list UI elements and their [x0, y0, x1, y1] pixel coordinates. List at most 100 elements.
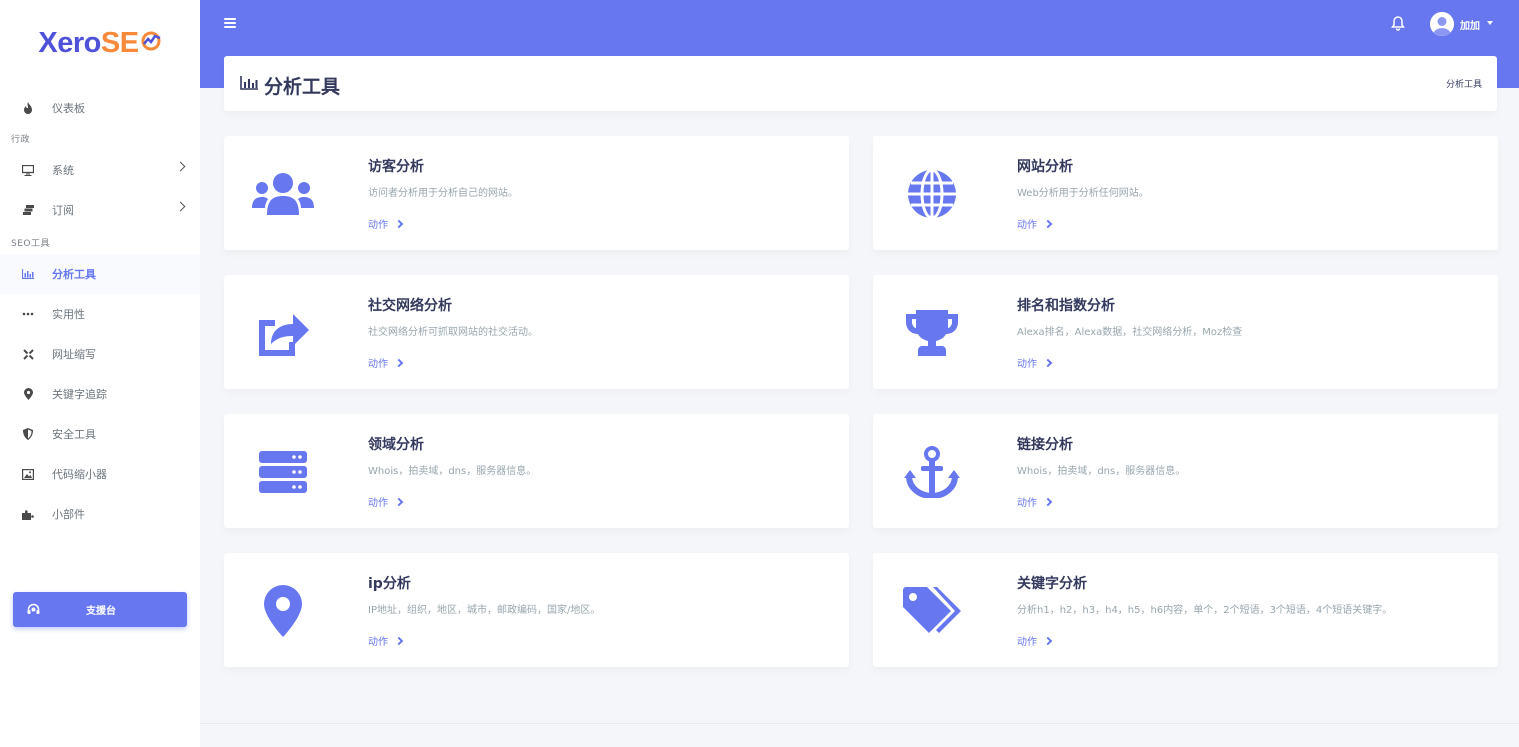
sidebar-item-label: 安全工具	[52, 428, 96, 441]
ellipsis-icon	[20, 307, 36, 321]
sidebar-item-label: 关键字追踪	[52, 388, 107, 401]
card-action-label: 动作	[368, 498, 388, 509]
tool-card-link-analysis[interactable]: 链接分析 Whois，拍卖域，dns，服务器信息。 动作	[873, 414, 1498, 528]
sidebar-item-label: 分析工具	[52, 268, 96, 281]
card-action-label: 动作	[1017, 498, 1037, 509]
card-action-label: 动作	[1017, 359, 1037, 370]
card-title: 访客分析	[368, 159, 424, 175]
card-action-label: 动作	[368, 220, 388, 231]
card-description: IP地址，组织，地区，城市，邮政编码，国家/地区。	[368, 605, 601, 616]
chevron-right-icon	[1043, 636, 1053, 645]
card-action-link[interactable]: 动作	[368, 216, 404, 231]
card-action-link[interactable]: 动作	[1017, 633, 1053, 648]
tool-card-rank-index-analysis[interactable]: 排名和指数分析 Alexa排名，Alexa数据，社交网络分析，Moz检查 动作	[873, 275, 1498, 389]
compress-icon	[20, 347, 36, 361]
sidebar-item-url-shortener[interactable]: 网址缩写	[0, 334, 200, 374]
support-desk-label: 支援台	[86, 606, 116, 617]
bar-chart-icon	[240, 76, 258, 90]
chevron-right-icon	[394, 358, 404, 367]
card-action-label: 动作	[368, 637, 388, 648]
tool-card-domain-analysis[interactable]: 领域分析 Whois，拍卖域，dns，服务器信息。 动作	[224, 414, 849, 528]
breadcrumb[interactable]: 分析工具	[1446, 77, 1482, 90]
card-title: 网站分析	[1017, 159, 1073, 175]
chevron-right-icon	[394, 636, 404, 645]
shield-icon	[20, 427, 36, 441]
logo-chart-icon	[141, 31, 161, 51]
card-description: 社交网络分析可抓取网站的社交活动。	[368, 327, 538, 338]
tool-card-keyword-analysis[interactable]: 关键字分析 分析h1，h2，h3，h4，h5，h6内容，单个，2个短语，3个短语…	[873, 553, 1498, 667]
footer	[200, 723, 1519, 747]
chevron-right-icon	[1043, 497, 1053, 506]
card-description: Whois，拍卖域，dns，服务器信息。	[1017, 466, 1186, 477]
section-header: 分析工具 分析工具	[224, 56, 1497, 111]
card-title: 社交网络分析	[368, 298, 452, 314]
sidebar-item-label: 系统	[52, 164, 74, 177]
tool-card-visitor-analysis[interactable]: 访客分析 访问者分析用于分析自己的网站。 动作	[224, 136, 849, 250]
users-icon	[252, 168, 314, 220]
card-description: 分析h1，h2，h3，h4，h5，h6内容，单个，2个短语，3个短语，4个短语关…	[1017, 605, 1393, 616]
sidebar-item-subscription[interactable]: 订阅	[0, 190, 200, 230]
card-title: ip分析	[368, 576, 411, 592]
chevron-right-icon	[394, 497, 404, 506]
card-action-link[interactable]: 动作	[368, 355, 404, 370]
card-title: 链接分析	[1017, 437, 1073, 453]
support-desk-button[interactable]: 支援台	[13, 592, 187, 627]
sidebar-item-label: 网址缩写	[52, 348, 96, 361]
page-title: 分析工具	[264, 76, 341, 98]
layers-icon	[20, 203, 36, 217]
share-icon	[252, 307, 314, 359]
card-action-label: 动作	[1017, 220, 1037, 231]
sidebar-item-analysis-tools[interactable]: 分析工具	[0, 254, 200, 294]
chevron-right-icon	[175, 161, 186, 172]
user-name[interactable]: 加加	[1460, 17, 1480, 32]
card-title: 关键字分析	[1017, 576, 1087, 592]
chevron-right-icon	[175, 201, 186, 212]
card-action-link[interactable]: 动作	[1017, 216, 1053, 231]
trophy-icon	[901, 307, 963, 359]
sidebar-item-widgets[interactable]: 小部件	[0, 494, 200, 534]
card-description: Whois，拍卖域，dns，服务器信息。	[368, 466, 537, 477]
tags-icon	[901, 585, 963, 637]
anchor-icon	[901, 446, 963, 498]
logo-text-se: SE	[100, 26, 139, 59]
card-action-link[interactable]: 动作	[368, 633, 404, 648]
sidebar-item-label: 代码缩小器	[52, 468, 107, 481]
sidebar-item-utility[interactable]: 实用性	[0, 294, 200, 334]
sidebar-section-seo: SEO工具	[11, 238, 50, 249]
tool-card-website-analysis[interactable]: 网站分析 Web分析用于分析任何网站。 动作	[873, 136, 1498, 250]
sidebar-section-admin: 行政	[11, 134, 31, 145]
brand-logo[interactable]: XeroSE	[0, 0, 200, 86]
sidebar-item-security-tools[interactable]: 安全工具	[0, 414, 200, 454]
caret-down-icon[interactable]	[1487, 21, 1493, 25]
card-action-label: 动作	[368, 359, 388, 370]
server-icon	[252, 446, 314, 498]
fire-icon	[20, 101, 36, 115]
sidebar-item-label: 小部件	[52, 508, 85, 521]
card-description: 访问者分析用于分析自己的网站。	[368, 188, 518, 199]
sidebar-item-system[interactable]: 系统	[0, 150, 200, 190]
card-action-link[interactable]: 动作	[1017, 494, 1053, 509]
card-action-link[interactable]: 动作	[1017, 355, 1053, 370]
map-marker-icon	[252, 585, 314, 637]
tool-card-ip-analysis[interactable]: ip分析 IP地址，组织，地区，城市，邮政编码，国家/地区。 动作	[224, 553, 849, 667]
puzzle-icon	[20, 507, 36, 521]
chevron-right-icon	[394, 219, 404, 228]
chevron-right-icon	[1043, 219, 1053, 228]
card-title: 排名和指数分析	[1017, 298, 1115, 314]
tool-card-social-analysis[interactable]: 社交网络分析 社交网络分析可抓取网站的社交活动。 动作	[224, 275, 849, 389]
bell-icon[interactable]	[1390, 15, 1406, 31]
sidebar-item-label: 订阅	[52, 204, 74, 217]
sidebar-item-label: 实用性	[52, 308, 85, 321]
globe-icon	[901, 168, 963, 220]
sidebar-item-label: 仪表板	[52, 102, 85, 115]
map-pin-icon	[20, 387, 36, 401]
sidebar-item-code-minifier[interactable]: 代码缩小器	[0, 454, 200, 494]
card-action-link[interactable]: 动作	[368, 494, 404, 509]
chevron-right-icon	[1043, 358, 1053, 367]
sidebar-item-dashboard[interactable]: 仪表板	[0, 88, 200, 128]
avatar[interactable]	[1430, 12, 1454, 36]
card-title: 领域分析	[368, 437, 424, 453]
bar-chart-icon	[20, 267, 36, 281]
sidebar-item-keyword-tracking[interactable]: 关键字追踪	[0, 374, 200, 414]
hamburger-menu-icon[interactable]	[224, 18, 236, 28]
